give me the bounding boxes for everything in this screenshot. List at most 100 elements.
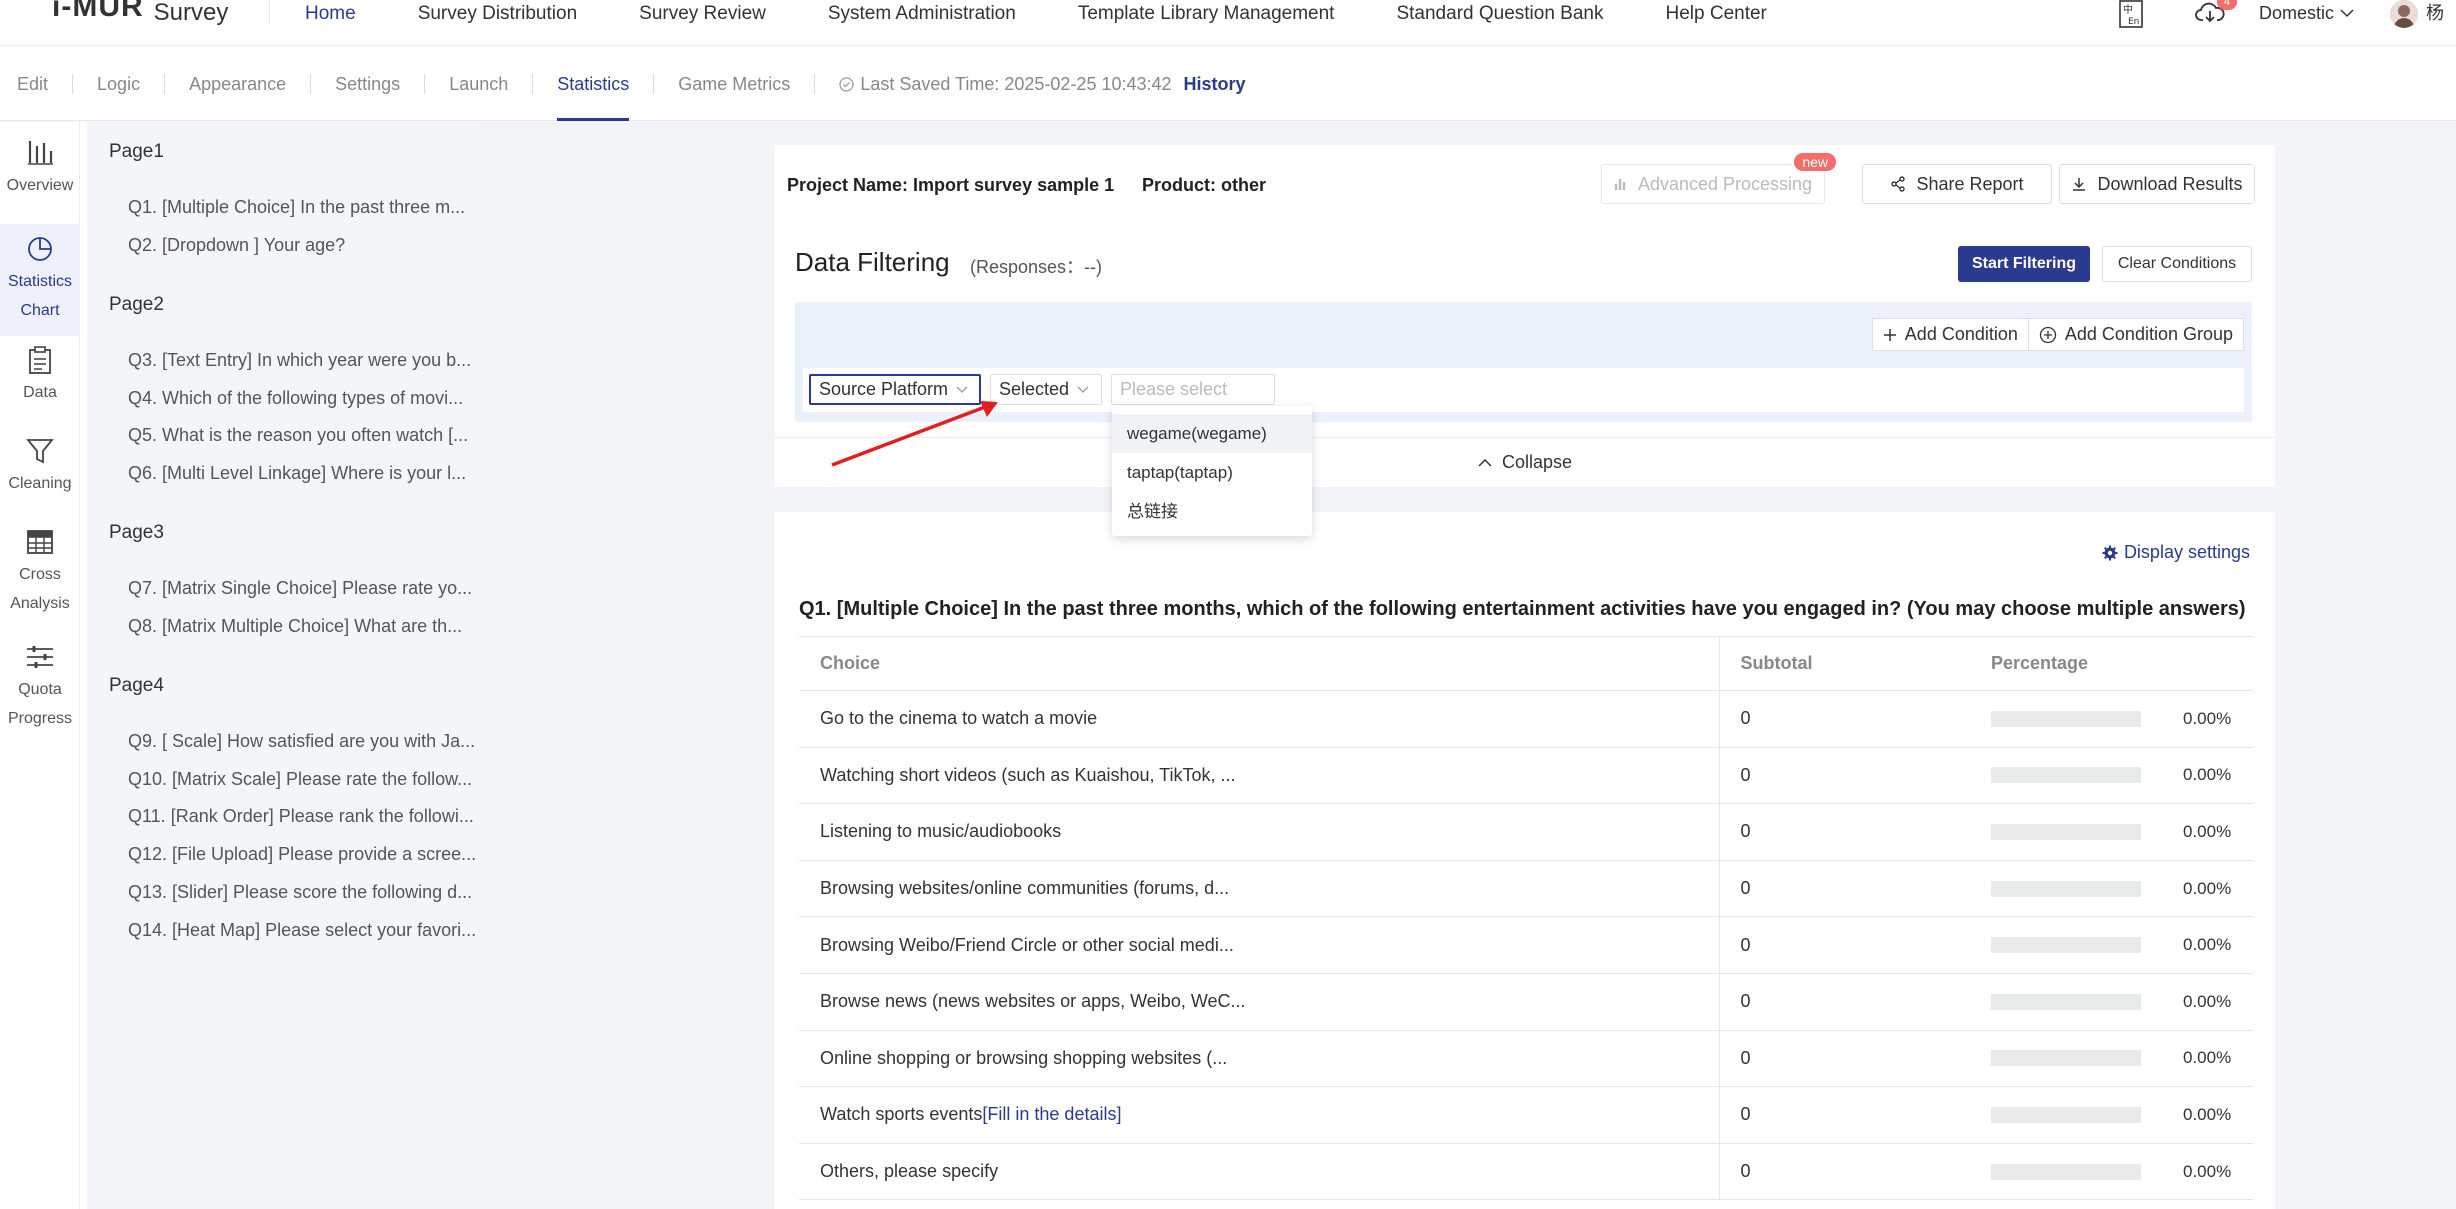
choice-cell: Browsing websites/online communities (fo… bbox=[799, 860, 1719, 918]
add-condition-button[interactable]: Add Condition bbox=[1871, 318, 2029, 351]
rail-item-cleaning[interactable]: Cleaning bbox=[0, 436, 80, 498]
choice-text: Others, please specify bbox=[820, 1161, 999, 1182]
percentage-bar bbox=[1991, 880, 2141, 897]
statistics-card: Display settings Q1. [Multiple Choice] I… bbox=[775, 512, 2275, 1209]
rail-item-statistics-chart[interactable]: Statistics Chart bbox=[0, 224, 80, 336]
download-icon bbox=[2073, 178, 2086, 191]
percentage-value: 0.00% bbox=[2183, 708, 2232, 728]
chevron-down-icon bbox=[2340, 9, 2354, 18]
fill-details-link[interactable]: [Fill in the details] bbox=[982, 1104, 1121, 1124]
column-header-percentage: Percentage bbox=[1970, 636, 2253, 691]
rail-item-cross-analysis[interactable]: Cross Analysis bbox=[0, 527, 80, 618]
avatar[interactable] bbox=[2390, 0, 2418, 28]
nav-item-home[interactable]: Home bbox=[305, 3, 356, 25]
table-row: Browse news (news websites or apps, Weib… bbox=[799, 973, 2253, 1031]
data-filtering-title: Data Filtering bbox=[795, 247, 950, 277]
add-condition-group-button[interactable]: Add Condition Group bbox=[2028, 318, 2244, 351]
choice-cell: Listening to music/audiobooks bbox=[799, 803, 1719, 861]
subtotal-cell: 0 bbox=[1718, 973, 1970, 1031]
filter-conditions-area: Add Condition Add Condition Group Source… bbox=[795, 302, 2252, 422]
rail-label: Quota bbox=[18, 681, 62, 698]
percentage-bar bbox=[1991, 710, 2141, 727]
editor-tabs: Edit Logic Appearance Settings Launch Statist… bbox=[0, 47, 1246, 121]
choice-cell: Browse news (news websites or apps, Weib… bbox=[799, 973, 1719, 1031]
tab-launch[interactable]: Launch bbox=[425, 47, 532, 121]
percentage-bar bbox=[1991, 993, 2141, 1010]
choice-text: Browsing Weibo/Friend Circle or other so… bbox=[820, 934, 1234, 955]
dropdown-option-wegame[interactable]: wegame(wegame) bbox=[1112, 414, 1312, 453]
history-link[interactable]: History bbox=[1184, 74, 1246, 95]
table-row: Online shopping or browsing shopping web… bbox=[799, 1030, 2253, 1088]
rail-label: Overview bbox=[6, 177, 74, 194]
nav-item-system-administration[interactable]: System Administration bbox=[828, 3, 1016, 25]
table-row: Others, please specify 0 0.00% bbox=[799, 1143, 2253, 1201]
username: 杨 bbox=[2426, 3, 2444, 23]
subtotal-cell: 0 bbox=[1718, 860, 1970, 918]
outline-page-title: Page1 bbox=[109, 141, 164, 162]
nav-item-survey-review[interactable]: Survey Review bbox=[639, 3, 766, 25]
chevron-down-icon bbox=[956, 386, 968, 393]
pie-chart-icon bbox=[28, 237, 52, 261]
share-icon bbox=[1891, 176, 1906, 192]
rail-item-data[interactable]: Data bbox=[0, 345, 80, 407]
percentage-bar bbox=[1991, 937, 2141, 954]
value-select[interactable]: Please select bbox=[1111, 374, 1275, 405]
subtotal-cell: 0 bbox=[1718, 1143, 1970, 1201]
percentage-cell: 0.00% bbox=[1970, 690, 2253, 748]
choice-text: Online shopping or browsing shopping web… bbox=[820, 1047, 1228, 1068]
percentage-value: 0.00% bbox=[2183, 1104, 2232, 1124]
tab-appearance[interactable]: Appearance bbox=[165, 47, 310, 121]
clear-conditions-button[interactable]: Clear Conditions bbox=[2102, 246, 2252, 282]
tab-edit[interactable]: Edit bbox=[0, 47, 72, 121]
cloud-download-icon[interactable]: 4 bbox=[2195, 0, 2237, 30]
rail-item-overview[interactable]: Overview bbox=[0, 138, 80, 200]
header-right: 中 En 4 Domestic 杨 bbox=[2117, 0, 2456, 30]
choice-cell: Watch sports events[Fill in the details] bbox=[799, 1086, 1719, 1144]
dropdown-option-total-link[interactable]: 总链接 bbox=[1112, 492, 1312, 531]
nav-item-standard-question-bank[interactable]: Standard Question Bank bbox=[1396, 3, 1603, 25]
outline-page-title: Page3 bbox=[109, 522, 164, 543]
choice-text: Watching short videos (such as Kuaishou,… bbox=[820, 764, 1236, 785]
condition-row: Source Platform Selected Please select bbox=[803, 368, 2244, 412]
share-report-label: Share Report bbox=[1916, 173, 2024, 194]
nav-item-survey-distribution[interactable]: Survey Distribution bbox=[418, 3, 577, 25]
advanced-processing-button[interactable]: Advanced Processing new bbox=[1601, 153, 1836, 204]
table-header-row: Choice Subtotal Percentage bbox=[799, 636, 2253, 691]
percentage-cell: 0.00% bbox=[1970, 1143, 2253, 1201]
last-saved-text: Last Saved Time: 2025-02-25 10:43:42 bbox=[860, 73, 1172, 94]
tab-game-metrics[interactable]: Game Metrics bbox=[654, 47, 814, 121]
plus-icon bbox=[1883, 328, 1896, 341]
share-report-button[interactable]: Share Report bbox=[1862, 164, 2052, 204]
nav-item-template-library-management[interactable]: Template Library Management bbox=[1078, 3, 1335, 25]
bar-chart-icon bbox=[28, 141, 53, 165]
start-filtering-button[interactable]: Start Filtering bbox=[1958, 246, 2090, 282]
svg-text:中: 中 bbox=[2123, 3, 2133, 16]
table-row: Browsing Weibo/Friend Circle or other so… bbox=[799, 916, 2253, 974]
logo[interactable]: i-MUR Survey bbox=[52, 0, 228, 30]
region-select[interactable]: Domestic bbox=[2259, 0, 2354, 26]
translate-icon[interactable]: 中 En bbox=[2117, 0, 2151, 30]
table-row: Listening to music/audiobooks 0 0.00% bbox=[799, 803, 2253, 861]
choice-text: Listening to music/audiobooks bbox=[820, 821, 1062, 842]
dropdown-option-taptap[interactable]: taptap(taptap) bbox=[1112, 453, 1312, 492]
display-settings-link[interactable]: Display settings bbox=[2102, 542, 2250, 563]
main-nav: Home Survey Distribution Survey Review Syst… bbox=[305, 3, 1829, 25]
tab-logic[interactable]: Logic bbox=[73, 47, 164, 121]
table-row: Go to the cinema to watch a movie 0 0.00% bbox=[799, 690, 2253, 748]
filter-icon bbox=[26, 439, 54, 464]
percentage-cell: 0.00% bbox=[1970, 1086, 2253, 1144]
advanced-processing-label: Advanced Processing bbox=[1637, 173, 1813, 194]
table-icon bbox=[27, 530, 53, 554]
percentage-cell: 0.00% bbox=[1970, 916, 2253, 974]
question-outline: Page1 Q1. [Multiple Choice] In the past t… bbox=[87, 122, 483, 1209]
choice-cell: Go to the cinema to watch a movie bbox=[799, 690, 1719, 748]
product-name: Product: other bbox=[1142, 175, 1266, 195]
rail-item-quota-progress[interactable]: Quota Progress bbox=[0, 642, 80, 733]
tab-settings[interactable]: Settings bbox=[311, 47, 424, 121]
tab-statistics[interactable]: Statistics bbox=[533, 47, 653, 121]
download-results-button[interactable]: Download Results bbox=[2059, 164, 2255, 204]
percentage-value: 0.00% bbox=[2183, 821, 2232, 841]
nav-item-help-center[interactable]: Help Center bbox=[1666, 3, 1767, 25]
percentage-cell: 0.00% bbox=[1970, 747, 2253, 805]
rail-label: Cross bbox=[19, 566, 61, 583]
